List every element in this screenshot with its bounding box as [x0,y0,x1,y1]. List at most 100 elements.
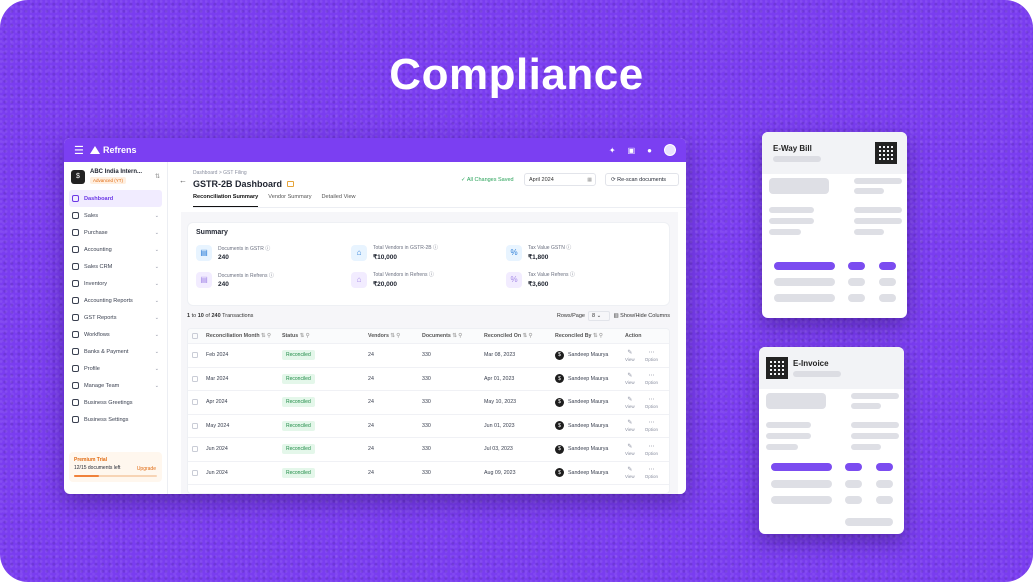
sidebar-item-label: Sales [84,212,98,219]
tab-detailed-view[interactable]: Detailed View [322,194,356,207]
cell-reconciled-on: May 10, 2023 [484,399,517,406]
placeholder-accent [848,262,865,270]
table-row[interactable]: May 2024 Reconciled 24 330 Jun 01, 2023 $ Sand… [188,415,669,438]
option-action[interactable]: ⋯ Option [645,349,658,362]
rows-per-page-label: Rows/Page [556,313,585,319]
placeholder-line [773,156,821,162]
summary-panel: Summary ▤ Documents in GSTR ⓘ 240 ⌂ Total Ve… [187,222,670,306]
brand-name: Refrens [103,145,137,155]
sidebar-item-workflows[interactable]: Workflows ⌄ [69,326,162,343]
sidebar-item-sales-crm[interactable]: Sales CRM ⌄ [69,258,162,275]
rescan-button[interactable]: ⟳ Re-scan documents [605,173,679,186]
row-checkbox[interactable] [192,422,198,429]
sidebar-item-sales[interactable]: Sales ⌄ [69,207,162,224]
view-action[interactable]: ✎ View [625,419,635,432]
sparkle-icon[interactable]: ✦ [609,146,616,155]
back-arrow-icon[interactable]: ← [179,176,187,185]
placeholder-line [771,480,832,488]
table-row[interactable]: Mar 2024 Reconciled 24 330 Apr 01, 2023 $ Sand… [188,368,669,391]
column-header[interactable]: Reconciled By ⇅ ⚲ [555,333,625,339]
column-header[interactable]: Status ⇅ ⚲ [282,333,368,339]
sidebar-item-profile[interactable]: Profile ⌄ [69,360,162,377]
e-invoice-title: E-Invoice [793,359,829,368]
nav-icon [72,297,79,304]
org-switcher[interactable]: $ ABC India Intern... Advanced (YT) ⇅ [69,166,162,190]
placeholder-line [854,207,902,213]
table-row[interactable]: Feb 2024 Reconciled 24 330 Mar 08, 2023 $ Sand… [188,344,669,368]
e-invoice-header: E-Invoice [759,347,904,389]
edit-icon: ✎ [627,396,633,403]
org-toggle-icon[interactable]: ⇅ [155,173,160,180]
table-row[interactable]: Jun 2024 Reconciled 24 330 Jul 03, 2023 $ Sand… [188,438,669,462]
view-action[interactable]: ✎ View [625,443,635,456]
month-picker[interactable]: April 2024 ▦ [524,173,596,186]
chevron-down-icon: ⌄ [154,382,159,389]
summary-card: ⌂ Total Vendors in GSTR-2B ⓘ ₹10,000 [351,244,506,261]
app-window: ☰ Refrens ✦ ▣ ● $ ABC India Intern... Ad… [64,138,686,494]
sidebar-item-label: Workflows [84,331,110,338]
upgrade-link[interactable]: Upgrade [137,466,156,472]
chevron-down-icon: ⌄ [154,365,159,372]
placeholder-line [851,444,881,450]
sidebar-item-inventory[interactable]: Inventory ⌄ [69,275,162,292]
sidebar-item-label: Purchase [84,229,108,236]
option-action[interactable]: ⋯ Option [645,396,658,409]
column-header[interactable]: Vendors ⇅ ⚲ [368,333,422,339]
sidebar-item-label: Accounting Reports [84,297,133,304]
column-header[interactable]: Documents ⇅ ⚲ [422,333,484,339]
column-header[interactable]: Action [625,333,669,339]
vendors-icon: ⌂ [351,271,367,288]
tab-vendor-summary[interactable]: Vendor Summary [268,194,311,207]
more-icon: ⋯ [648,373,655,380]
tab-reconciliation-summary[interactable]: Reconciliation Summary [193,194,259,207]
option-action[interactable]: ⋯ Option [645,419,658,432]
rows-per-page: Rows/Page 8 ⌄ [557,311,610,321]
view-action[interactable]: ✎ View [625,349,635,362]
sidebar-item-gst-reports[interactable]: GST Reports ⌄ [69,309,162,326]
option-action[interactable]: ⋯ Option [645,372,658,385]
sidebar-item-accounting-reports[interactable]: Accounting Reports ⌄ [69,292,162,309]
sidebar-item-accounting[interactable]: Accounting ⌄ [69,241,162,258]
sidebar-item-dashboard[interactable]: Dashboard [69,190,162,207]
row-checkbox[interactable] [192,446,198,453]
bell-icon[interactable]: ● [647,146,652,155]
cell-vendors: 24 [368,446,374,453]
table-row[interactable]: Jun 2024 Reconciled 24 330 Aug 09, 2023 $ Sand… [188,462,669,485]
gift-icon[interactable]: ▣ [628,146,636,155]
view-action[interactable]: ✎ View [625,396,635,409]
status-badge: Reconciled [282,350,315,361]
table-row[interactable]: Apr 2024 Reconciled 24 330 May 10, 2023 $ Sand… [188,391,669,415]
edit-tag-icon[interactable] [287,181,295,187]
rows-per-page-select[interactable]: 8 ⌄ [588,311,610,321]
sidebar-item-label: Dashboard [84,195,114,202]
sidebar-item-business-settings[interactable]: Business Settings [69,411,162,428]
sidebar-item-banks-payment[interactable]: Banks & Payment ⌄ [69,343,162,360]
row-checkbox[interactable] [192,399,198,406]
user-avatar[interactable] [664,144,676,156]
more-icon: ⋯ [648,467,655,474]
status-badge: Reconciled [282,444,315,455]
row-checkbox[interactable] [192,352,198,359]
column-header[interactable]: Reconciled On ⇅ ⚲ [484,333,555,339]
sidebar-item-purchase[interactable]: Purchase ⌄ [69,224,162,241]
view-action[interactable]: ✎ View [625,372,635,385]
cell-reconciled-on: Mar 08, 2023 [484,352,516,359]
placeholder-line [793,371,841,377]
document-icon: ▤ [196,271,212,288]
select-all-checkbox[interactable] [192,333,198,339]
sidebar-item-manage-team[interactable]: Manage Team ⌄ [69,377,162,394]
summary-heading: Summary [196,229,228,236]
show-hide-columns-button[interactable]: ▥ Show/Hide Columns [613,313,670,319]
hamburger-menu-icon[interactable]: ☰ [74,144,90,157]
option-action[interactable]: ⋯ Option [645,466,658,479]
row-checkbox[interactable] [192,375,198,382]
option-action[interactable]: ⋯ Option [645,443,658,456]
sidebar-item-business-greetings[interactable]: Business Greetings [69,394,162,411]
view-action[interactable]: ✎ View [625,466,635,479]
placeholder-line [774,278,835,286]
breadcrumb[interactable]: Dashboard > GST Filing [193,170,247,176]
cell-vendors: 24 [368,469,374,476]
brand-logo[interactable]: Refrens [90,145,137,155]
row-checkbox[interactable] [192,469,198,476]
column-header[interactable]: Reconciliation Month ⇅ ⚲ [206,333,282,339]
